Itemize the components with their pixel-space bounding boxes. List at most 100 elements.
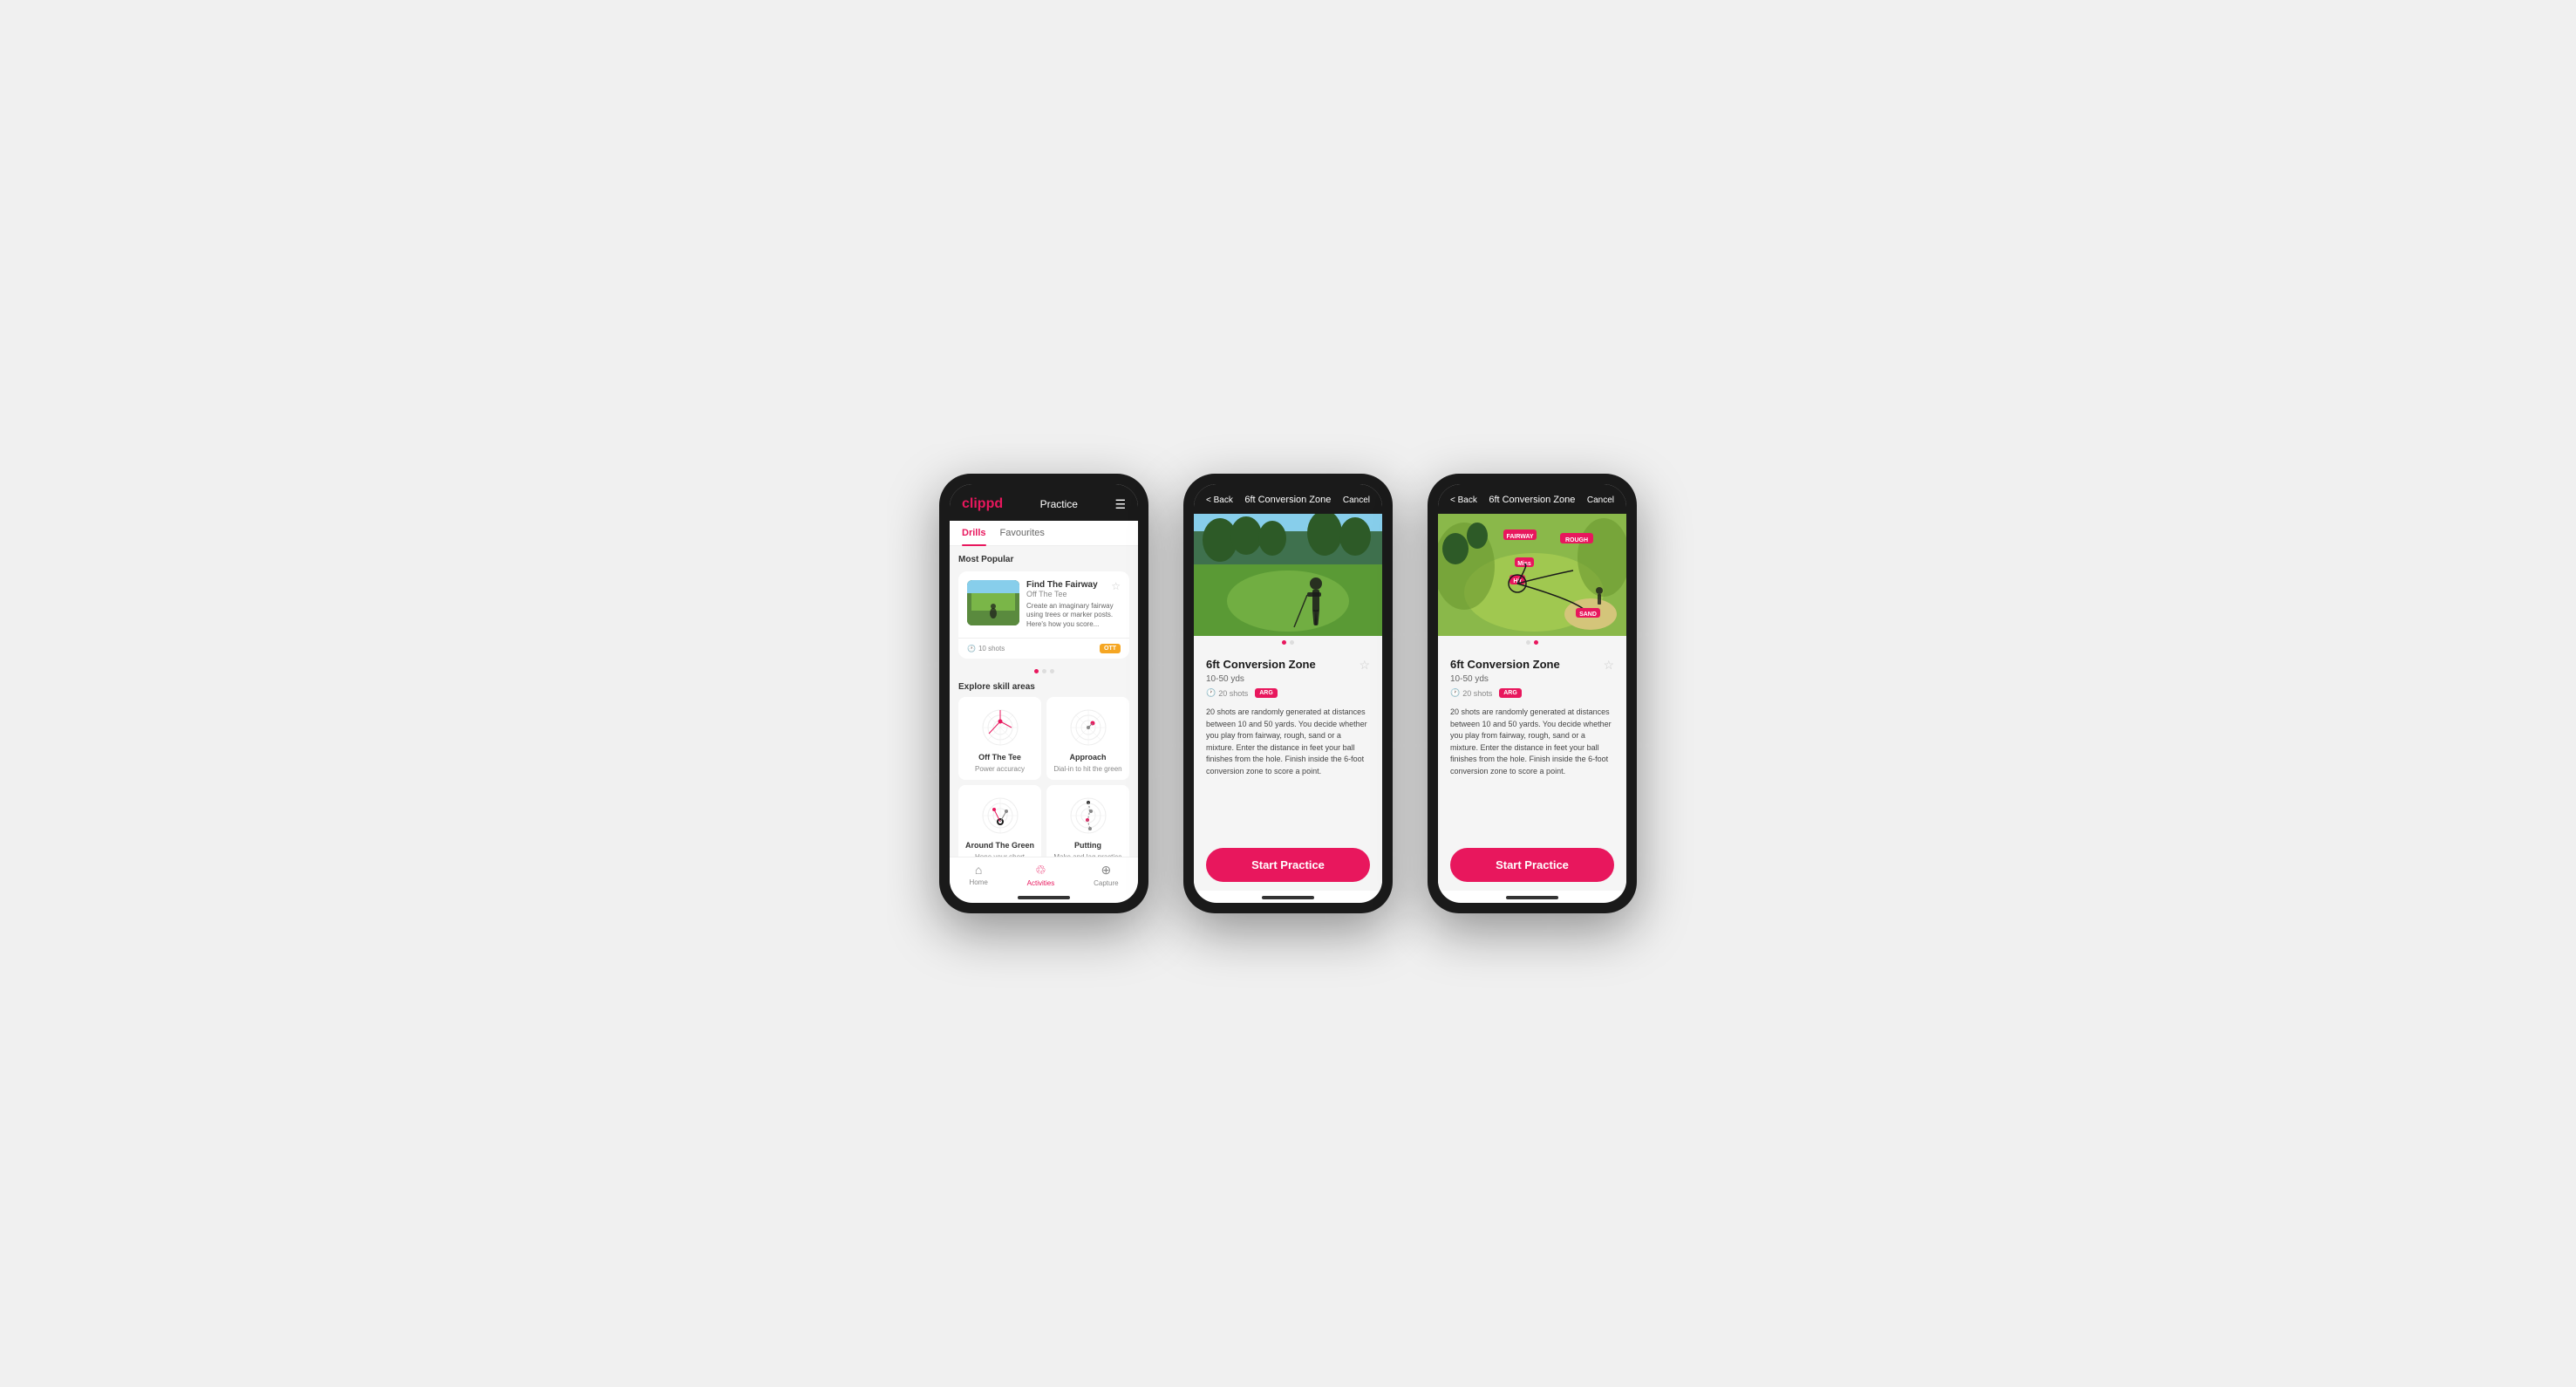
bottom-nav: ⌂ Home ♲ Activities ⊕ Capture xyxy=(950,857,1138,891)
image-carousel-dots-3 xyxy=(1438,636,1626,649)
drill-yards: 10-50 yds xyxy=(1206,674,1370,684)
drill-image-photo xyxy=(1194,514,1382,636)
tab-favourites[interactable]: Favourites xyxy=(1000,521,1045,545)
drill-title-3: 6ft Conversion Zone xyxy=(1450,658,1560,671)
home-bar-3 xyxy=(1506,896,1558,899)
featured-card-footer: 🕐 10 shots OTT xyxy=(958,638,1129,659)
phone1-content: Most Popular xyxy=(950,546,1138,857)
img-dot-3-2[interactable] xyxy=(1534,640,1538,645)
phone-3: < Back 6ft Conversion Zone Cancel xyxy=(1428,474,1637,913)
drill-title: 6ft Conversion Zone xyxy=(1206,658,1316,671)
dot-2[interactable] xyxy=(1042,669,1046,673)
skill-card-putting[interactable]: Putting Make and lag practice xyxy=(1046,785,1129,857)
cancel-button-3[interactable]: Cancel xyxy=(1587,495,1614,505)
featured-drill-card[interactable]: Find The Fairway Off The Tee ☆ Create an… xyxy=(958,571,1129,659)
phone3-header: < Back 6ft Conversion Zone Cancel xyxy=(1438,484,1626,514)
phone3-content: FAIRWAY ROUGH Miss Hit xyxy=(1438,514,1626,891)
drill-yards-3: 10-50 yds xyxy=(1450,674,1614,684)
activities-icon: ♲ xyxy=(1035,863,1046,878)
skill-card-off-the-tee[interactable]: Off The Tee Power accuracy xyxy=(958,697,1041,780)
back-button[interactable]: < Back xyxy=(1206,495,1233,505)
skill-name-approach: Approach xyxy=(1069,753,1106,762)
drill-image-map: FAIRWAY ROUGH Miss Hit xyxy=(1438,514,1626,636)
drill-title-row: 6ft Conversion Zone ☆ xyxy=(1206,658,1370,673)
phone2-header-title: 6ft Conversion Zone xyxy=(1244,495,1331,505)
tabs-bar: Drills Favourites xyxy=(950,521,1138,546)
nav-activities-label: Activities xyxy=(1027,879,1055,887)
featured-drill-text: Find The Fairway Off The Tee ☆ Create an… xyxy=(1026,580,1121,629)
nav-capture[interactable]: ⊕ Capture xyxy=(1094,863,1118,887)
nav-home-label: Home xyxy=(969,878,987,886)
cancel-button[interactable]: Cancel xyxy=(1343,495,1370,505)
phone-1: clippd Practice ☰ Drills Favourites Most… xyxy=(939,474,1148,913)
img-dot-3-1[interactable] xyxy=(1526,640,1530,645)
drill-description-3: 20 shots are randomly generated at dista… xyxy=(1450,707,1614,777)
image-carousel-dots xyxy=(1194,636,1382,649)
nav-home[interactable]: ⌂ Home xyxy=(969,863,987,887)
featured-drill-subtitle: Off The Tee xyxy=(1026,590,1098,598)
clock-icon-2: 🕐 xyxy=(1206,688,1216,698)
home-icon: ⌂ xyxy=(975,863,982,877)
featured-drill-name: Find The Fairway xyxy=(1026,580,1098,590)
drill-title-row-3: 6ft Conversion Zone ☆ xyxy=(1450,658,1614,673)
skill-name-ott: Off The Tee xyxy=(978,753,1021,762)
svg-text:ROUGH: ROUGH xyxy=(1565,537,1588,543)
skill-name-putting: Putting xyxy=(1074,841,1101,850)
skill-card-approach[interactable]: Approach Dial-in to hit the green xyxy=(1046,697,1129,780)
img-dot-2[interactable] xyxy=(1290,640,1294,645)
nav-activities[interactable]: ♲ Activities xyxy=(1027,863,1055,887)
capture-icon: ⊕ xyxy=(1101,863,1111,878)
drill-meta-3: 🕐 20 shots ARG xyxy=(1450,688,1614,698)
phone2-header: < Back 6ft Conversion Zone Cancel xyxy=(1194,484,1382,514)
drill-shots-3: 🕐 20 shots xyxy=(1450,688,1492,698)
ott-icon-area xyxy=(978,706,1022,749)
img-dot-1[interactable] xyxy=(1282,640,1286,645)
skill-name-atg: Around The Green xyxy=(965,841,1034,850)
skill-grid: Off The Tee Power accuracy xyxy=(958,697,1129,857)
ott-badge: OTT xyxy=(1100,644,1121,653)
explore-title: Explore skill areas xyxy=(958,682,1129,692)
home-bar-2 xyxy=(1262,896,1314,899)
start-practice-button[interactable]: Start Practice xyxy=(1206,848,1370,882)
nav-capture-label: Capture xyxy=(1094,879,1118,887)
dot-3[interactable] xyxy=(1050,669,1054,673)
drill-shots: 🕐 20 shots xyxy=(1206,688,1248,698)
svg-text:SAND: SAND xyxy=(1579,612,1597,618)
approach-icon-area xyxy=(1067,706,1110,749)
drill-info-3: 6ft Conversion Zone ☆ 10-50 yds 🕐 20 sho… xyxy=(1438,649,1626,839)
most-popular-title: Most Popular xyxy=(958,555,1129,564)
phone-2-notch xyxy=(1253,474,1323,479)
phone-notch xyxy=(1009,474,1079,479)
clock-icon: 🕐 xyxy=(967,645,976,653)
phone-2: < Back 6ft Conversion Zone Cancel xyxy=(1183,474,1393,913)
dot-1[interactable] xyxy=(1034,669,1039,673)
back-button-3[interactable]: < Back xyxy=(1450,495,1477,505)
phone-3-notch xyxy=(1497,474,1567,479)
menu-icon[interactable]: ☰ xyxy=(1114,497,1126,512)
shots-label: 🕐 10 shots xyxy=(967,645,1005,653)
drill-info: 6ft Conversion Zone ☆ 10-50 yds 🕐 20 sho… xyxy=(1194,649,1382,839)
start-practice-button-3[interactable]: Start Practice xyxy=(1450,848,1614,882)
phone3-header-title: 6ft Conversion Zone xyxy=(1489,495,1575,505)
favourite-star[interactable]: ☆ xyxy=(1111,580,1121,592)
featured-drill-image xyxy=(967,580,1019,625)
skill-desc-ott: Power accuracy xyxy=(975,765,1025,773)
atg-icon-area xyxy=(978,794,1022,837)
tab-drills[interactable]: Drills xyxy=(962,521,986,545)
arg-badge: ARG xyxy=(1255,688,1278,698)
carousel-dots xyxy=(958,666,1129,677)
drill-meta: 🕐 20 shots ARG xyxy=(1206,688,1370,698)
svg-text:FAIRWAY: FAIRWAY xyxy=(1506,534,1533,540)
skill-card-around-green[interactable]: Around The Green Hone your short game xyxy=(958,785,1041,857)
drill-description: 20 shots are randomly generated at dista… xyxy=(1206,707,1370,777)
putting-icon-area xyxy=(1067,794,1110,837)
home-bar xyxy=(1018,896,1070,899)
drill-favourite-star-3[interactable]: ☆ xyxy=(1603,658,1614,673)
phone-3-screen: < Back 6ft Conversion Zone Cancel xyxy=(1438,484,1626,903)
clippd-logo: clippd xyxy=(962,496,1003,512)
app-header: clippd Practice ☰ xyxy=(950,484,1138,521)
skill-desc-approach: Dial-in to hit the green xyxy=(1053,765,1121,773)
phone-2-screen: < Back 6ft Conversion Zone Cancel xyxy=(1194,484,1382,903)
drill-favourite-star[interactable]: ☆ xyxy=(1359,658,1370,673)
arg-badge-3: ARG xyxy=(1499,688,1522,698)
